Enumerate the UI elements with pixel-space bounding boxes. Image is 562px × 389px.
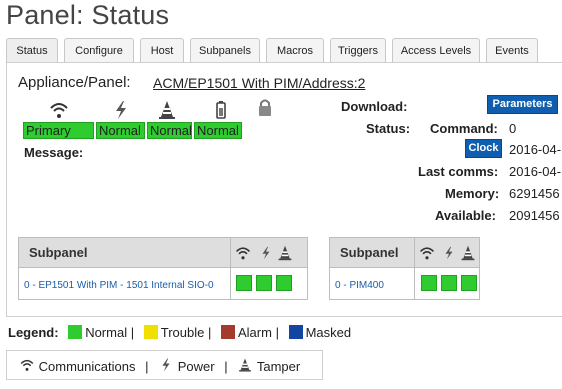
appliance-panel-link[interactable]: ACM/EP1501 With PIM/Address:2	[153, 75, 365, 91]
tab-access-levels[interactable]: Access Levels	[392, 38, 480, 63]
status-communications-box: Primary	[23, 122, 94, 139]
subpanel-header-label: Subpanel	[29, 245, 88, 260]
command-value: 0	[509, 121, 517, 136]
subpanel-header-label: Subpanel	[340, 245, 399, 260]
lock-icon	[259, 99, 271, 116]
tamper-cone-icon	[159, 101, 175, 119]
communications-indicator	[421, 275, 437, 291]
available-label: Available:	[435, 208, 496, 223]
power-icon	[262, 246, 270, 260]
subpanel-table: Subpanel 0 - PIM400	[329, 237, 480, 300]
legend-separator: |	[275, 325, 279, 340]
color-legend: Legend: Normal | Trouble | Alarm | Maske…	[8, 325, 351, 340]
wifi-icon	[50, 103, 68, 118]
subpanel-row-link[interactable]: 0 - PIM400	[335, 280, 384, 291]
tamper-cone-icon	[461, 245, 475, 261]
tab-host[interactable]: Host	[140, 38, 184, 63]
clock-button[interactable]: Clock	[465, 139, 502, 158]
icon-legend: Communications | Power | Tamper	[6, 350, 323, 380]
status-power-box: Normal	[96, 122, 145, 139]
appliance-panel-label: Appliance/Panel:	[18, 74, 131, 91]
wifi-icon	[420, 247, 434, 260]
column-divider	[414, 238, 415, 299]
power-indicator	[256, 275, 272, 291]
communications-label: Communications	[38, 359, 136, 375]
tab-configure[interactable]: Configure	[64, 38, 134, 63]
clock-value: 2016-04-	[509, 142, 562, 157]
tab-status[interactable]: Status	[6, 38, 58, 64]
tab-triggers[interactable]: Triggers	[330, 38, 386, 63]
tamper-label: Tamper	[256, 359, 301, 375]
legend-alarm-label: Alarm	[237, 325, 272, 340]
power-icon	[445, 246, 453, 260]
legend-separator: |	[130, 325, 135, 340]
status-tamper-box: Normal	[147, 122, 192, 139]
subpanel-table: Subpanel 0 - EP1501 With PIM - 1501 Inte…	[18, 237, 308, 300]
wifi-icon	[20, 359, 34, 371]
legend-masked-swatch	[288, 325, 303, 339]
available-value: 2091456	[509, 208, 560, 223]
memory-value: 6291456	[509, 186, 560, 201]
battery-icon	[216, 101, 226, 119]
tamper-cone-icon	[278, 245, 292, 261]
legend-trouble-swatch	[143, 325, 158, 339]
page-title: Panel: Status	[6, 0, 170, 30]
communications-indicator	[236, 275, 252, 291]
subpanel-table-header: Subpanel	[19, 238, 307, 268]
last-comms-value: 2016-04-	[509, 164, 562, 179]
legend-trouble-label: Trouble	[160, 325, 205, 340]
tamper-indicator	[276, 275, 292, 291]
tab-subpanels[interactable]: Subpanels	[190, 38, 260, 63]
power-icon	[162, 358, 170, 372]
power-indicator	[441, 275, 457, 291]
memory-label: Memory:	[445, 186, 500, 201]
legend-normal-label: Normal	[85, 325, 128, 340]
status-battery-box: Normal	[194, 122, 242, 139]
power-label: Power	[177, 359, 215, 375]
icon-legend-separator: |	[224, 359, 228, 375]
column-divider	[230, 238, 231, 299]
subpanel-row-link[interactable]: 0 - EP1501 With PIM - 1501 Internal SIO-…	[24, 280, 214, 291]
tab-events[interactable]: Events	[486, 38, 538, 63]
wifi-icon	[236, 247, 250, 260]
tab-bar: Status Configure Host Subpanels Macros T…	[6, 38, 562, 64]
status-label: Status:	[366, 121, 411, 136]
tamper-cone-icon	[239, 358, 252, 372]
legend-masked-label: Masked	[305, 325, 352, 340]
icon-legend-separator: |	[145, 359, 149, 375]
command-label: Command:	[430, 121, 498, 136]
parameters-button[interactable]: Parameters	[487, 95, 558, 114]
legend-label: Legend:	[8, 325, 59, 340]
legend-alarm-swatch	[220, 325, 235, 339]
legend-separator: |	[207, 325, 212, 340]
power-icon	[116, 101, 126, 119]
subpanel-table-header: Subpanel	[330, 238, 479, 268]
download-label: Download:	[341, 99, 408, 114]
tamper-indicator	[461, 275, 477, 291]
last-comms-label: Last comms:	[418, 164, 499, 179]
status-panel: Appliance/Panel: ACM/EP1501 With PIM/Add…	[6, 62, 562, 317]
message-label: Message:	[24, 145, 84, 160]
tab-macros[interactable]: Macros	[266, 38, 324, 63]
legend-normal-swatch	[68, 325, 83, 339]
